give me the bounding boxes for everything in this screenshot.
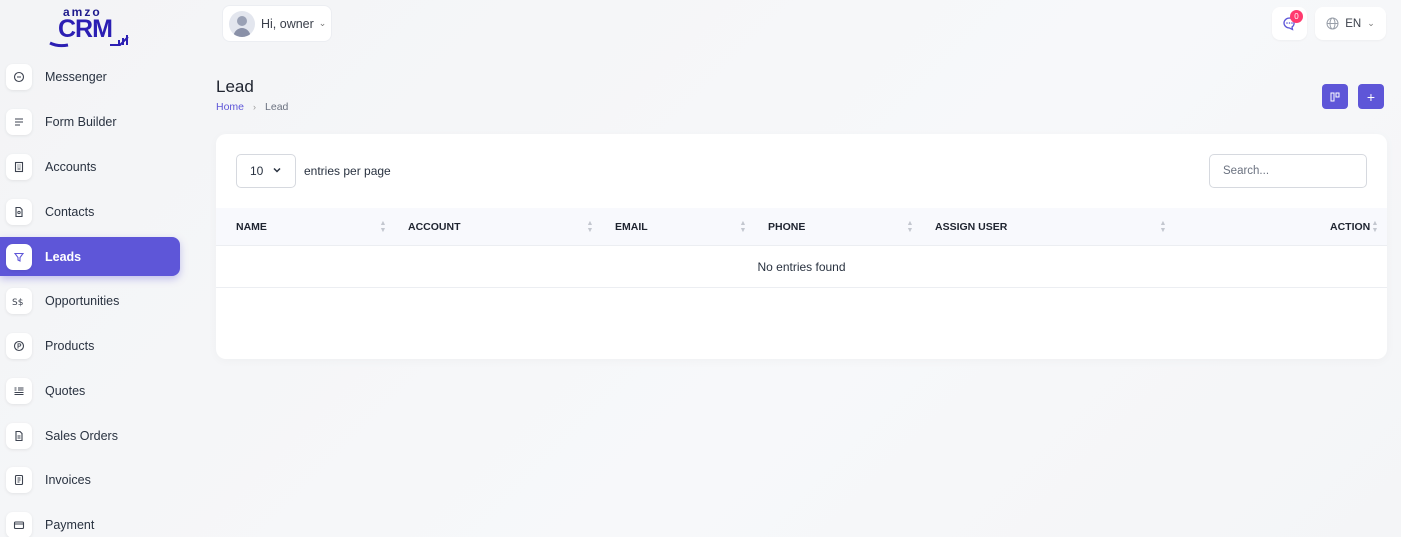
sidebar-item-quotes[interactable]: Quotes bbox=[0, 371, 180, 410]
contact-file-icon bbox=[6, 198, 32, 225]
sidebar-item-label: Products bbox=[45, 338, 95, 353]
chevron-right-icon: › bbox=[253, 102, 257, 112]
sidebar-item-contacts[interactable]: Contacts bbox=[0, 192, 180, 231]
sidebar-item-form-builder[interactable]: Form Builder bbox=[0, 102, 180, 141]
breadcrumb: Home › Lead bbox=[216, 101, 288, 113]
sidebar-item-label: Contacts bbox=[45, 204, 95, 219]
currency-icon: S$ bbox=[6, 287, 32, 314]
sidebar-item-label: Accounts bbox=[45, 159, 97, 174]
sidebar-item-opportunities[interactable]: S$ Opportunities bbox=[0, 281, 180, 320]
sidebar-item-messenger[interactable]: Messenger bbox=[0, 57, 180, 96]
sort-icon[interactable]: ▲ ▼ bbox=[586, 220, 594, 234]
card-icon bbox=[6, 511, 32, 537]
sidebar-item-products[interactable]: Products bbox=[0, 326, 180, 365]
sidebar-item-invoices[interactable]: Invoices bbox=[0, 460, 180, 499]
column-header-action[interactable]: ACTION bbox=[1330, 208, 1370, 246]
sidebar-item-label: Messenger bbox=[45, 69, 107, 84]
order-file-icon bbox=[6, 422, 32, 449]
sidebar-item-label: Sales Orders bbox=[45, 428, 118, 443]
globe-icon bbox=[1326, 17, 1339, 30]
user-greeting: Hi, owner bbox=[261, 16, 314, 31]
sidebar-item-label: Leads bbox=[45, 249, 82, 264]
plus-icon: + bbox=[1366, 88, 1376, 105]
add-lead-button[interactable]: + bbox=[1358, 84, 1384, 109]
per-page-value: 10 bbox=[250, 164, 264, 178]
sort-icon[interactable]: ▲ ▼ bbox=[739, 220, 747, 234]
language-code: EN bbox=[1345, 17, 1362, 30]
sort-icon[interactable]: ▲ ▼ bbox=[906, 220, 914, 234]
chevron-down-icon: ⌄ bbox=[318, 18, 327, 28]
sidebar: amzo CRM Messenger Form Builder Accounts… bbox=[0, 0, 192, 537]
filter-icon bbox=[6, 243, 32, 270]
sort-icon[interactable]: ▲ ▼ bbox=[379, 220, 387, 234]
column-header-phone[interactable]: PHONE bbox=[768, 208, 805, 246]
sidebar-item-accounts[interactable]: Accounts bbox=[0, 147, 180, 186]
building-icon bbox=[6, 153, 32, 180]
empty-table-message: No entries found bbox=[216, 246, 1387, 288]
sidebar-item-label: Invoices bbox=[45, 472, 91, 487]
messages-button[interactable]: 0 bbox=[1272, 7, 1307, 40]
column-header-name[interactable]: NAME bbox=[236, 208, 267, 246]
chat-icon bbox=[6, 63, 32, 90]
sidebar-item-label: Form Builder bbox=[45, 114, 117, 129]
sort-icon[interactable]: ▲ ▼ bbox=[1159, 220, 1167, 234]
sidebar-item-sales-orders[interactable]: Sales Orders bbox=[0, 416, 180, 455]
sidebar-item-label: Opportunities bbox=[45, 293, 120, 308]
breadcrumb-home-link[interactable]: Home bbox=[216, 101, 244, 113]
entries-per-page-select[interactable]: 10 bbox=[236, 154, 296, 188]
grid-view-button[interactable] bbox=[1322, 84, 1348, 109]
brand-logo[interactable]: amzo CRM bbox=[48, 5, 132, 49]
chevron-down-icon bbox=[272, 165, 282, 178]
product-circle-icon bbox=[6, 332, 32, 359]
search-input[interactable] bbox=[1209, 154, 1367, 188]
breadcrumb-current: Lead bbox=[265, 101, 289, 113]
table-header: NAME ▲ ▼ ACCOUNT ▲ ▼ EMAIL ▲ ▼ PHONE ▲ ▼ ASS… bbox=[216, 208, 1387, 246]
column-header-email[interactable]: EMAIL bbox=[615, 208, 648, 246]
logo-swoosh-icon bbox=[49, 35, 129, 48]
invoice-icon bbox=[6, 466, 32, 493]
list-icon bbox=[6, 108, 32, 135]
svg-text:S$: S$ bbox=[12, 298, 23, 307]
column-header-account[interactable]: ACCOUNT bbox=[408, 208, 461, 246]
page-title: Lead bbox=[216, 77, 254, 96]
leads-table-card: 10 entries per page NAME ▲▼ ACCOUNT ▲▼ E… bbox=[216, 134, 1387, 359]
sidebar-item-label: Quotes bbox=[45, 383, 86, 398]
per-page-label: entries per page bbox=[304, 164, 391, 178]
sidebar-item-payment[interactable]: Payment bbox=[0, 505, 180, 537]
notification-badge: 0 bbox=[1290, 10, 1303, 23]
quote-list-icon bbox=[6, 377, 32, 404]
user-menu[interactable]: Hi, owner ⌄ bbox=[222, 5, 332, 42]
chevron-down-icon: ⌄ bbox=[1367, 18, 1375, 28]
column-header-assign-user[interactable]: ASSIGN USER bbox=[935, 208, 1007, 246]
avatar bbox=[229, 10, 255, 37]
sidebar-item-label: Payment bbox=[45, 517, 95, 532]
language-selector[interactable]: EN ⌄ bbox=[1315, 7, 1386, 40]
kanban-icon bbox=[1330, 92, 1340, 101]
sidebar-item-leads[interactable]: Leads bbox=[0, 237, 180, 276]
sort-icon[interactable]: ▲ ▼ bbox=[1371, 220, 1379, 234]
